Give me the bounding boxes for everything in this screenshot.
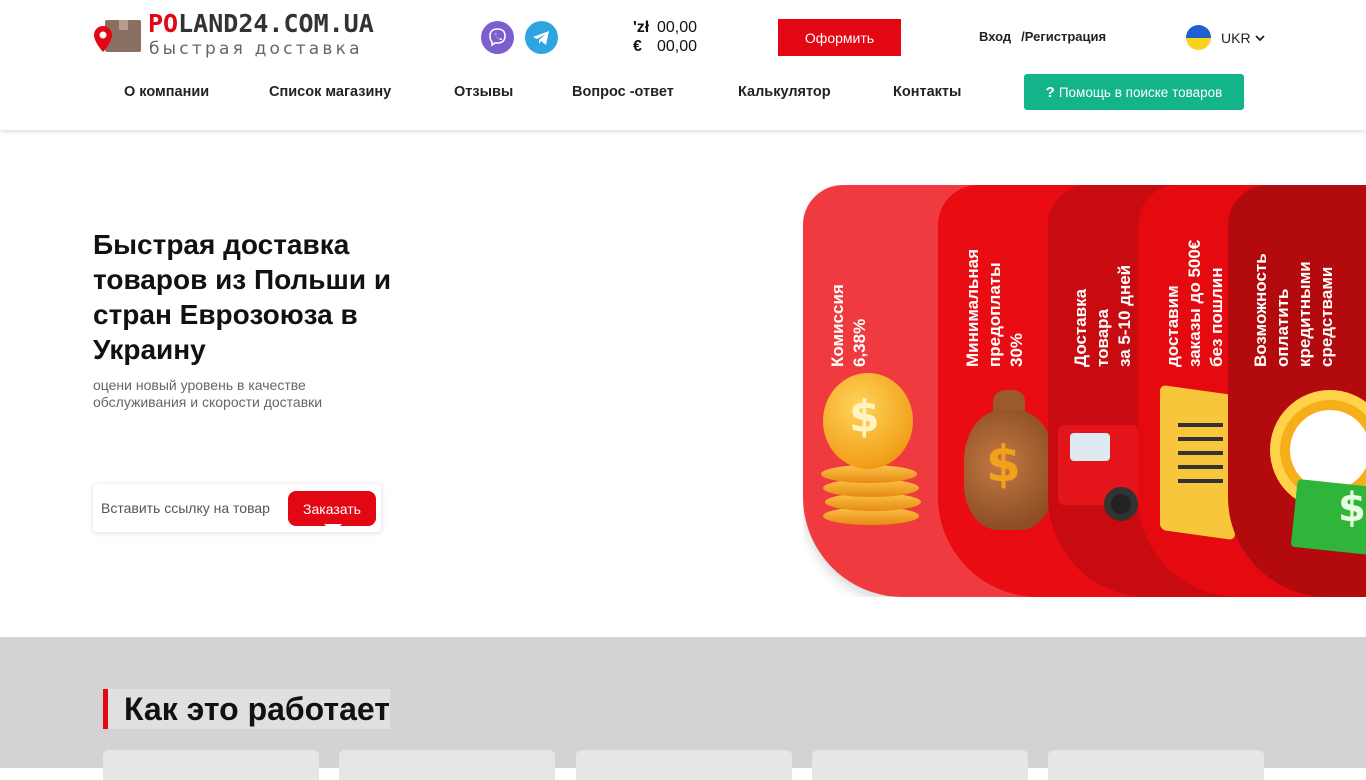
card-label-line: предоплаты	[985, 262, 1004, 367]
card-label-line: Возможность	[1251, 253, 1270, 367]
nav-item-about[interactable]: О компании	[124, 84, 209, 100]
step-card	[1048, 750, 1264, 780]
card-label: доставим заказы до 500€ без пошлин	[1162, 240, 1228, 367]
card-label: Возможность оплатить кредитными средства…	[1250, 253, 1338, 367]
step-card	[576, 750, 792, 780]
card-label-line: заказы до 500€	[1185, 239, 1204, 367]
register-link[interactable]: /Регистрация	[1021, 29, 1106, 44]
card-label-line: кредитными	[1295, 261, 1314, 367]
card-label-line: средствами	[1317, 266, 1336, 367]
card-label-line: Комиссия	[828, 284, 847, 367]
currency-rates: 'zł 00,00 € 00,00	[633, 18, 697, 56]
hero-title: Быстрая доставка товаров из Польши и стр…	[93, 229, 392, 365]
card-label-line: 30%	[1007, 332, 1026, 367]
rate-symbol: €	[633, 38, 642, 55]
telegram-link[interactable]	[525, 21, 558, 54]
logo[interactable]: POLAND24.COM.UA быстрая доставка	[93, 9, 413, 59]
step-card	[339, 750, 555, 780]
step-card	[103, 750, 319, 780]
login-link[interactable]: Вход	[979, 29, 1011, 44]
logo-title: POLAND24.COM.UA	[148, 9, 374, 38]
telegram-icon	[533, 31, 549, 45]
nav-item-calculator[interactable]: Калькулятор	[738, 84, 831, 100]
card-label-line: товара	[1093, 308, 1112, 367]
rate-pln: 'zł 00,00	[633, 18, 697, 37]
how-it-works-title: Как это работает	[103, 689, 390, 729]
card-label: Минимальная предоплаты 30%	[962, 249, 1028, 367]
chevron-down-icon	[1254, 34, 1265, 41]
help-search-button[interactable]: ? Помощь в поиске товаров	[1024, 74, 1244, 110]
logo-subtitle: быстрая доставка	[149, 39, 363, 59]
checkout-button[interactable]: Оформить	[778, 19, 901, 56]
language-code: UKR	[1221, 29, 1251, 46]
arrow-down-icon	[324, 524, 342, 532]
rate-symbol: 'zł	[633, 19, 650, 36]
viber-icon	[489, 28, 506, 47]
card-label-line: Минимальная	[963, 248, 982, 367]
card-label-line: за 5-10 дней	[1115, 264, 1134, 367]
order-submit-label: Заказать	[303, 500, 361, 517]
nav-item-reviews[interactable]: Отзывы	[454, 84, 513, 100]
hero-subtitle: оцени новый уровень в качестве обслужива…	[93, 377, 323, 410]
rate-value: 00,00	[657, 38, 698, 55]
question-icon: ?	[1045, 83, 1055, 101]
step-card	[812, 750, 1028, 780]
language-selector[interactable]: UKR	[1186, 25, 1265, 50]
benefit-card-credit: Возможность оплатить кредитными средства…	[1228, 185, 1366, 597]
rate-eur: € 00,00	[633, 37, 697, 56]
card-label: Доставка товара за 5-10 дней	[1070, 265, 1136, 367]
card-label-line: 6,38%	[850, 318, 869, 367]
benefit-cards: Комиссия 6,38% $ Минимальная предоплаты …	[803, 185, 1366, 597]
help-search-label: Помощь в поиске товаров	[1058, 84, 1223, 100]
how-it-works-section: Как это работает	[0, 637, 1366, 780]
card-label-line: оплатить	[1273, 288, 1292, 367]
card-label-line: без пошлин	[1207, 267, 1226, 367]
card-label: Комиссия 6,38%	[827, 284, 871, 367]
viber-link[interactable]	[481, 21, 514, 54]
site-header: POLAND24.COM.UA быстрая доставка 'zł 00,…	[0, 0, 1366, 130]
order-link-form: Заказать	[93, 484, 381, 532]
main-nav: О компании Список магазину Отзывы Вопрос…	[93, 74, 1253, 110]
rate-value: 00,00	[657, 19, 698, 36]
nav-item-shops[interactable]: Список магазину	[269, 84, 391, 100]
nav-item-contacts[interactable]: Контакты	[893, 84, 961, 100]
card-label-line: Доставка	[1071, 288, 1090, 367]
ukraine-flag-icon	[1186, 25, 1211, 50]
card-label-line: доставим	[1163, 285, 1182, 367]
auth-links: Вход/Регистрация	[979, 29, 1116, 44]
order-submit-button[interactable]: Заказать	[288, 491, 376, 532]
product-link-input[interactable]	[101, 492, 281, 524]
nav-item-faq[interactable]: Вопрос -ответ	[572, 84, 674, 100]
logo-box-pin-icon	[94, 20, 141, 52]
